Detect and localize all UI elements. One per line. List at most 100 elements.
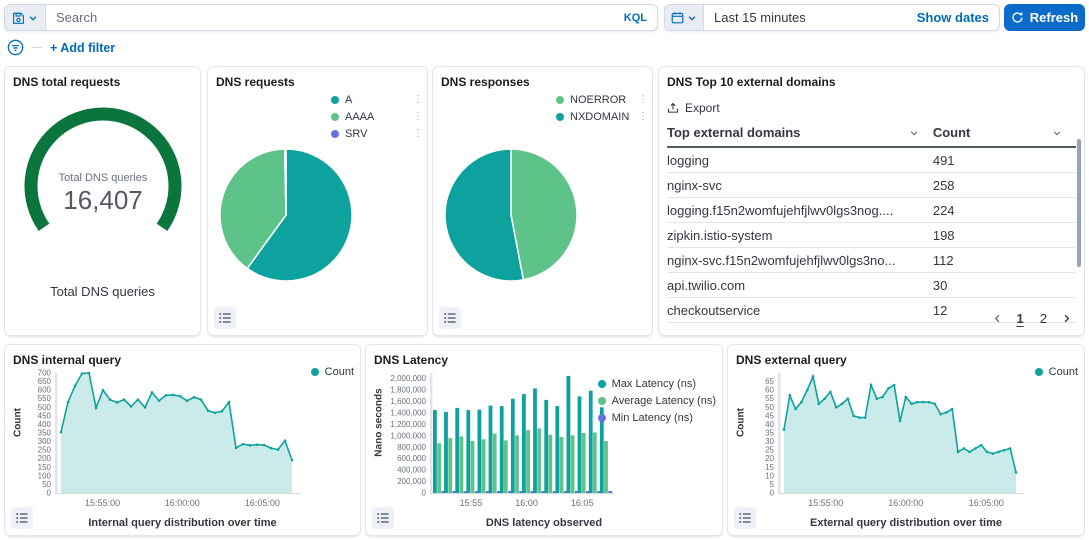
sort-chevron-icon (1052, 128, 1062, 138)
legend-item[interactable]: Average Latency (ns) (598, 392, 716, 409)
cell-domain: logging.f15n2womfujehfjlwv0lgs3nog.... (667, 203, 933, 218)
svg-text:16:05:00: 16:05:00 (245, 498, 280, 508)
legend-item[interactable]: Min Latency (ns) (598, 409, 716, 426)
export-button[interactable]: Export (667, 101, 1076, 115)
time-range-value[interactable]: Last 15 minutes (704, 5, 917, 30)
list-icon (376, 511, 390, 525)
legend-item[interactable]: Count (1035, 363, 1078, 380)
svg-text:15:55: 15:55 (460, 498, 483, 508)
svg-text:55: 55 (765, 394, 774, 403)
svg-text:0: 0 (422, 489, 427, 498)
pagination-next-icon[interactable] (1061, 313, 1072, 324)
svg-text:Total DNS queries: Total DNS queries (58, 172, 147, 184)
saved-query-menu-button[interactable] (5, 5, 46, 30)
legend-toggle-button[interactable] (372, 507, 394, 529)
legend-toggle-button[interactable] (214, 307, 236, 329)
legend-item[interactable]: A⋮ (331, 91, 423, 108)
dns-responses-pie-chart[interactable] (441, 145, 581, 290)
legend: NOERROR⋮NXDOMAIN⋮ (556, 91, 648, 125)
legend-actions-icon[interactable]: ⋮ (413, 113, 423, 121)
show-dates-button[interactable]: Show dates (917, 5, 999, 30)
svg-text:200: 200 (38, 454, 52, 463)
legend-actions-icon[interactable]: ⋮ (638, 96, 648, 104)
legend: Count (311, 363, 354, 380)
panel-dns-latency: DNS Latency Nano seconds 0200,000400,000… (365, 344, 723, 536)
pagination-page-1[interactable]: 1 (1015, 310, 1026, 327)
svg-text:250: 250 (38, 446, 52, 455)
external-query-area-chart[interactable]: 0510152025303540455055606515:55:0016:00:… (736, 365, 1078, 520)
date-picker: Last 15 minutes Show dates (664, 4, 1000, 31)
legend-item[interactable]: Count (311, 363, 354, 380)
refresh-icon (1011, 11, 1024, 24)
legend-dot (331, 96, 339, 104)
svg-text:0: 0 (47, 489, 52, 498)
svg-text:0: 0 (770, 489, 775, 498)
query-language-button[interactable]: KQL (614, 5, 657, 30)
cell-count: 112 (933, 253, 1076, 268)
chart-subtitle: Internal query distribution over time (5, 517, 360, 529)
svg-text:1,000,000: 1,000,000 (390, 431, 426, 440)
add-filter-button[interactable]: + Add filter (50, 41, 115, 55)
svg-text:20: 20 (765, 454, 774, 463)
total-queries-gauge: Total DNS queries 16,407 (13, 101, 193, 251)
legend-item[interactable]: NOERROR⋮ (556, 91, 648, 108)
date-quick-select-button[interactable] (665, 5, 704, 30)
svg-text:15:55:00: 15:55:00 (85, 498, 120, 508)
legend-actions-icon[interactable]: ⋮ (413, 130, 423, 138)
legend-toggle-button[interactable] (11, 507, 33, 529)
table-header: Top external domains Count (667, 125, 1076, 148)
chart-subtitle: DNS latency observed (366, 517, 722, 529)
save-icon (12, 11, 25, 24)
search-input[interactable] (46, 5, 614, 30)
dns-requests-pie-chart[interactable] (216, 145, 356, 290)
legend-label: AAAA (345, 111, 407, 123)
list-icon (218, 311, 232, 325)
list-icon (15, 511, 29, 525)
column-header-domains[interactable]: Top external domains (667, 125, 933, 140)
refresh-label: Refresh (1030, 10, 1078, 25)
svg-text:1,400,000: 1,400,000 (390, 409, 426, 418)
legend-dot (598, 397, 606, 405)
legend-dot (556, 96, 564, 104)
legend-label: Min Latency (ns) (612, 412, 716, 424)
table-scrollbar[interactable] (1077, 139, 1081, 267)
svg-text:50: 50 (765, 403, 774, 412)
cell-domain: zipkin.istio-system (667, 228, 933, 243)
cell-domain: nginx-svc (667, 178, 933, 193)
svg-text:700: 700 (38, 369, 52, 378)
legend-label: Max Latency (ns) (612, 378, 716, 390)
svg-text:100: 100 (38, 471, 52, 480)
column-header-count[interactable]: Count (933, 125, 1076, 140)
legend-item[interactable]: Max Latency (ns) (598, 375, 716, 392)
pagination-page-2[interactable]: 2 (1038, 310, 1049, 327)
svg-text:400: 400 (38, 420, 52, 429)
svg-text:550: 550 (38, 394, 52, 403)
legend-toggle-button[interactable] (439, 307, 461, 329)
search-bar: KQL (4, 4, 658, 31)
dashboard: KQL Last 15 minutes Show dates Refresh +… (0, 0, 1089, 540)
table-row: zipkin.istio-system198 (667, 223, 1076, 248)
svg-text:16:00:00: 16:00:00 (888, 498, 923, 508)
filter-icon[interactable] (7, 39, 24, 56)
legend-item[interactable]: AAAA ⋮ (331, 108, 423, 125)
svg-text:500: 500 (38, 403, 52, 412)
legend-actions-icon[interactable]: ⋮ (413, 96, 423, 104)
export-label: Export (685, 101, 720, 115)
legend-dot (311, 368, 319, 376)
svg-text:1,600,000: 1,600,000 (390, 397, 426, 406)
svg-text:2,000,000: 2,000,000 (390, 374, 426, 383)
legend-dot (598, 380, 606, 388)
legend-toggle-button[interactable] (734, 507, 756, 529)
table-pagination: 12 (992, 310, 1072, 327)
pagination-prev-icon[interactable] (992, 313, 1003, 324)
cell-domain: logging (667, 153, 933, 168)
legend-item[interactable]: SRV⋮ (331, 125, 423, 142)
chevron-down-icon (28, 13, 38, 23)
legend-item[interactable]: NXDOMAIN⋮ (556, 108, 648, 125)
cell-domain: nginx-svc.f15n2womfujehfjlwv0lgs3no... (667, 253, 933, 268)
svg-text:25: 25 (765, 446, 774, 455)
legend-actions-icon[interactable]: ⋮ (638, 113, 648, 121)
refresh-button[interactable]: Refresh (1004, 4, 1085, 31)
internal-query-area-chart[interactable]: 0501001502002503003504004505005506006507… (13, 365, 354, 520)
svg-text:800,000: 800,000 (397, 443, 426, 452)
